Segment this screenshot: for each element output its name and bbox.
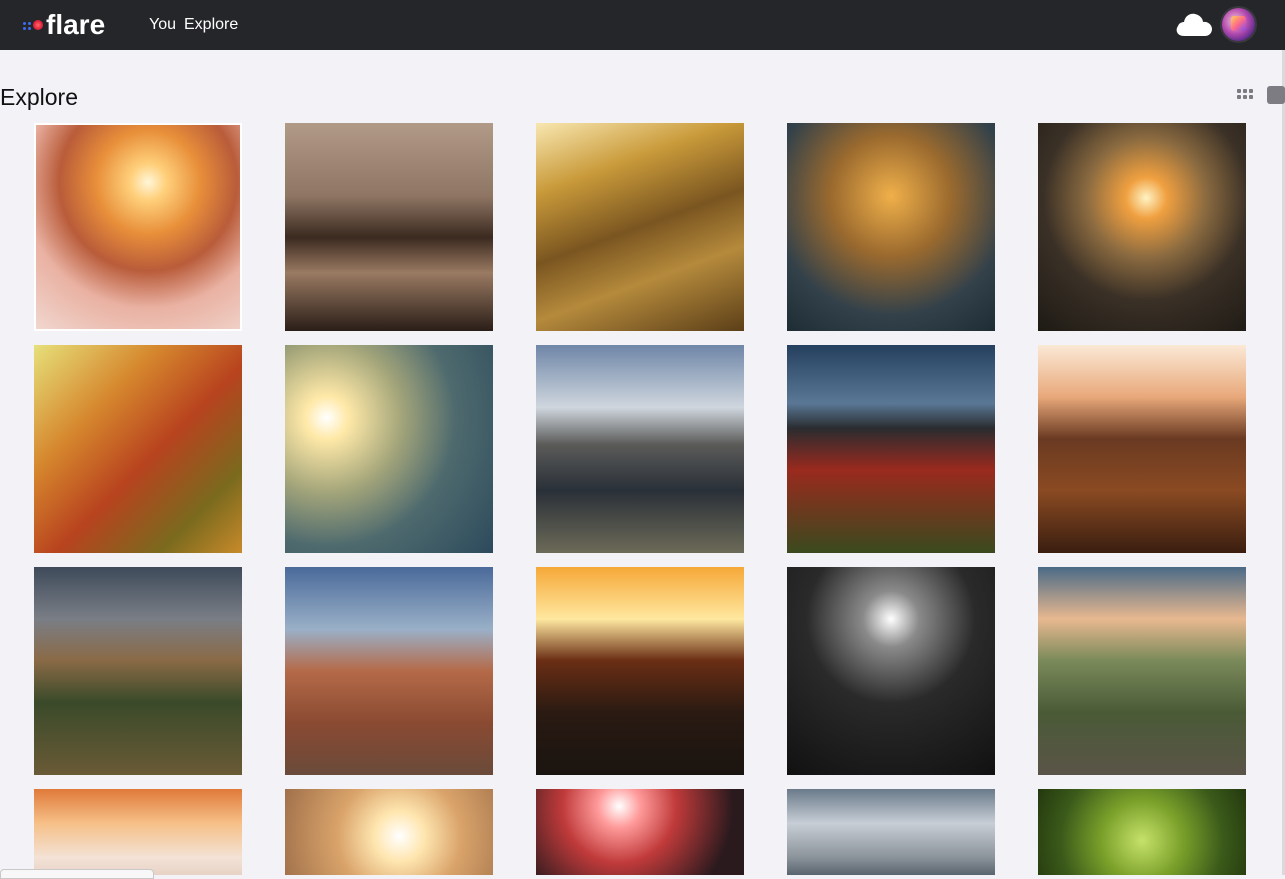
photo-hill-sunrise-grass[interactable] [34, 567, 242, 775]
photo-poppy-field-sunset[interactable] [787, 345, 995, 553]
photo-couple-on-pier-misty-lake[interactable] [285, 123, 493, 331]
notification-edge [0, 869, 154, 879]
photo-joshua-tree-sky[interactable] [787, 789, 995, 875]
photo-wheat-field-sunset[interactable] [1038, 345, 1246, 553]
photo-city-street-sunlight[interactable] [536, 123, 744, 331]
photo-water-drop-on-grass[interactable] [1038, 789, 1246, 875]
photo-red-light-silhouette[interactable] [536, 789, 744, 875]
photo-grass-sunset-sun[interactable] [1038, 123, 1246, 331]
photo-mountain-ridge-sunset[interactable] [1038, 567, 1246, 775]
photo-dark-alley-light[interactable] [787, 567, 995, 775]
photo-dandelion-sunset[interactable] [536, 567, 744, 775]
photo-sun-over-misty-valley[interactable] [285, 345, 493, 553]
photo-hand-holding-flowers[interactable] [787, 123, 995, 331]
photo-frosty-plant-sunlight[interactable] [34, 789, 242, 875]
photo-delicate-arch[interactable] [285, 567, 493, 775]
photo-gallery [0, 0, 1285, 875]
photo-autumn-tree-park[interactable] [34, 345, 242, 553]
photo-palm-tree-sun[interactable] [34, 123, 242, 331]
photo-rider-horse-sunset[interactable] [285, 789, 493, 875]
photo-mountain-lake-reflection[interactable] [536, 345, 744, 553]
